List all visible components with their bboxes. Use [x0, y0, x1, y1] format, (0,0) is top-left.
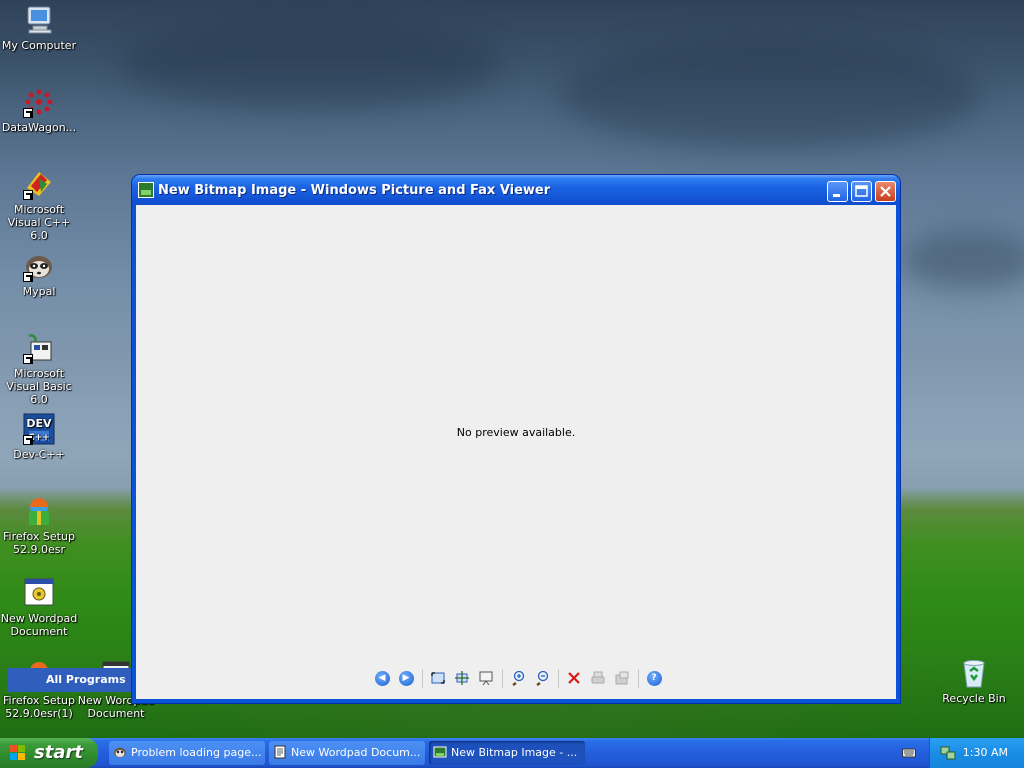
- toolbar-separator: [638, 669, 639, 688]
- document-icon: [274, 745, 286, 759]
- desktop-icon-wordpad-doc[interactable]: New Wordpad Document: [0, 577, 79, 638]
- picture-viewer-app-icon: [433, 746, 447, 758]
- svg-text:DEV: DEV: [26, 417, 52, 430]
- zoom-in-button[interactable]: [508, 668, 528, 688]
- maximize-icon: [855, 185, 868, 197]
- desktop-icon-label: Recycle Bin: [942, 692, 1006, 705]
- copy-to-icon: [615, 671, 629, 685]
- close-button[interactable]: [875, 181, 896, 202]
- taskbar-item-label: New Bitmap Image - ...: [451, 746, 578, 759]
- shortcut-arrow-icon: [23, 108, 33, 118]
- toolbar-separator: [502, 669, 503, 688]
- minimize-button[interactable]: [827, 181, 848, 202]
- taskbar: start Problem loading page... New Wordpa…: [0, 738, 1024, 768]
- desktop-icon-recycle-bin[interactable]: Recycle Bin: [934, 657, 1014, 705]
- desktop-icon-label: DataWagon...: [1, 121, 77, 134]
- next-image-button[interactable]: ▶: [396, 668, 416, 688]
- previous-image-icon: ◀: [374, 670, 390, 686]
- actual-size-icon: [455, 671, 469, 685]
- slideshow-button[interactable]: [476, 668, 496, 688]
- print-button[interactable]: [588, 668, 608, 688]
- start-label: start: [34, 742, 83, 763]
- datawagon-icon: [23, 86, 55, 118]
- my-computer-icon: [23, 4, 55, 36]
- image-view-area: No preview available. ◀ ▶ ?: [136, 205, 896, 699]
- zoom-in-icon: [512, 670, 525, 686]
- previous-image-button[interactable]: ◀: [372, 668, 392, 688]
- desktop-icon-mypal[interactable]: Mypal: [0, 250, 79, 298]
- taskbar-item-label: New Wordpad Docum...: [291, 746, 421, 759]
- shortcut-arrow-icon: [23, 354, 33, 364]
- delete-button[interactable]: [564, 668, 584, 688]
- windows-flag-icon: [10, 745, 26, 761]
- wallpaper-cloud: [120, 20, 500, 110]
- help-button[interactable]: ?: [644, 668, 664, 688]
- copy-to-button[interactable]: [612, 668, 632, 688]
- print-icon: [591, 671, 605, 684]
- clock[interactable]: 1:30 AM: [963, 746, 1008, 759]
- help-icon: ?: [646, 670, 662, 686]
- actual-size-button[interactable]: [452, 668, 472, 688]
- shortcut-arrow-icon: [23, 272, 33, 282]
- delete-icon: [568, 672, 580, 684]
- desktop-icon-label: Microsoft Visual C++ 6.0: [7, 203, 71, 242]
- desktop-icon-label: Microsoft Visual Basic 6.0: [6, 367, 72, 406]
- taskbar-item-picture-viewer[interactable]: New Bitmap Image - ...: [429, 741, 585, 765]
- desktop-icon-label: Dev-C++: [13, 448, 65, 461]
- next-image-icon: ▶: [398, 670, 414, 686]
- best-fit-icon: [431, 672, 445, 684]
- toolbar-separator: [558, 669, 559, 688]
- minimize-icon: [833, 194, 840, 197]
- taskbar-item-browser[interactable]: Problem loading page...: [109, 741, 265, 765]
- desktop-icon-label: Firefox Setup 52.9.0esr: [3, 530, 75, 556]
- zoom-out-button[interactable]: [532, 668, 552, 688]
- wordpad-document-icon: [23, 577, 55, 609]
- desktop-icon-label: New Wordpad Document: [0, 612, 78, 638]
- picture-fax-viewer-window[interactable]: New Bitmap Image - Windows Picture and F…: [132, 175, 900, 703]
- shortcut-arrow-icon: [23, 190, 33, 200]
- desktop-icon-label: Mypal: [22, 285, 56, 298]
- network-icon[interactable]: [940, 746, 956, 760]
- dev-cpp-icon: DEV C++: [23, 413, 55, 445]
- close-icon: [880, 186, 891, 197]
- notification-area: 1:30 AM: [929, 738, 1024, 768]
- wallpaper-cloud: [560, 40, 980, 150]
- taskbar-item-label: Problem loading page...: [131, 746, 262, 759]
- desktop-icon-visual-cpp[interactable]: Microsoft Visual C++ 6.0: [0, 168, 79, 242]
- no-preview-message: No preview available.: [456, 426, 576, 439]
- shortcut-arrow-icon: [23, 435, 33, 445]
- mypal-raccoon-icon: [23, 250, 55, 282]
- start-button[interactable]: start: [0, 738, 98, 768]
- slideshow-icon: [479, 671, 493, 686]
- best-fit-button[interactable]: [428, 668, 448, 688]
- maximize-button[interactable]: [851, 181, 872, 202]
- zoom-out-icon: [536, 670, 549, 686]
- window-title: New Bitmap Image - Windows Picture and F…: [158, 183, 551, 198]
- desktop-icon-datawagon[interactable]: DataWagon...: [0, 86, 79, 134]
- taskbar-item-wordpad[interactable]: New Wordpad Docum...: [269, 741, 425, 765]
- desktop-icon-visual-basic[interactable]: Microsoft Visual Basic 6.0: [0, 332, 79, 406]
- window-titlebar[interactable]: New Bitmap Image - Windows Picture and F…: [132, 175, 900, 205]
- picture-viewer-app-icon: [138, 182, 154, 198]
- desktop-icon-label: My Computer: [1, 39, 77, 52]
- recycle-bin-icon: [958, 657, 990, 689]
- desktop-icon-label: Firefox Setup 52.9.0esr(1): [3, 694, 75, 720]
- keyboard-icon[interactable]: [902, 747, 916, 759]
- toolbar-separator: [422, 669, 423, 688]
- all-programs-label: All Programs: [46, 673, 126, 686]
- visual-basic-icon: [23, 332, 55, 364]
- desktop-icon-dev-cpp[interactable]: DEV C++ Dev-C++: [0, 413, 79, 461]
- desktop-icon-firefox-setup[interactable]: Firefox Setup 52.9.0esr: [0, 495, 79, 556]
- mypal-raccoon-icon: [114, 747, 126, 758]
- desktop-icon-my-computer[interactable]: My Computer: [0, 4, 79, 52]
- firefox-setup-icon: [23, 495, 55, 527]
- visual-cpp-icon: [23, 168, 55, 200]
